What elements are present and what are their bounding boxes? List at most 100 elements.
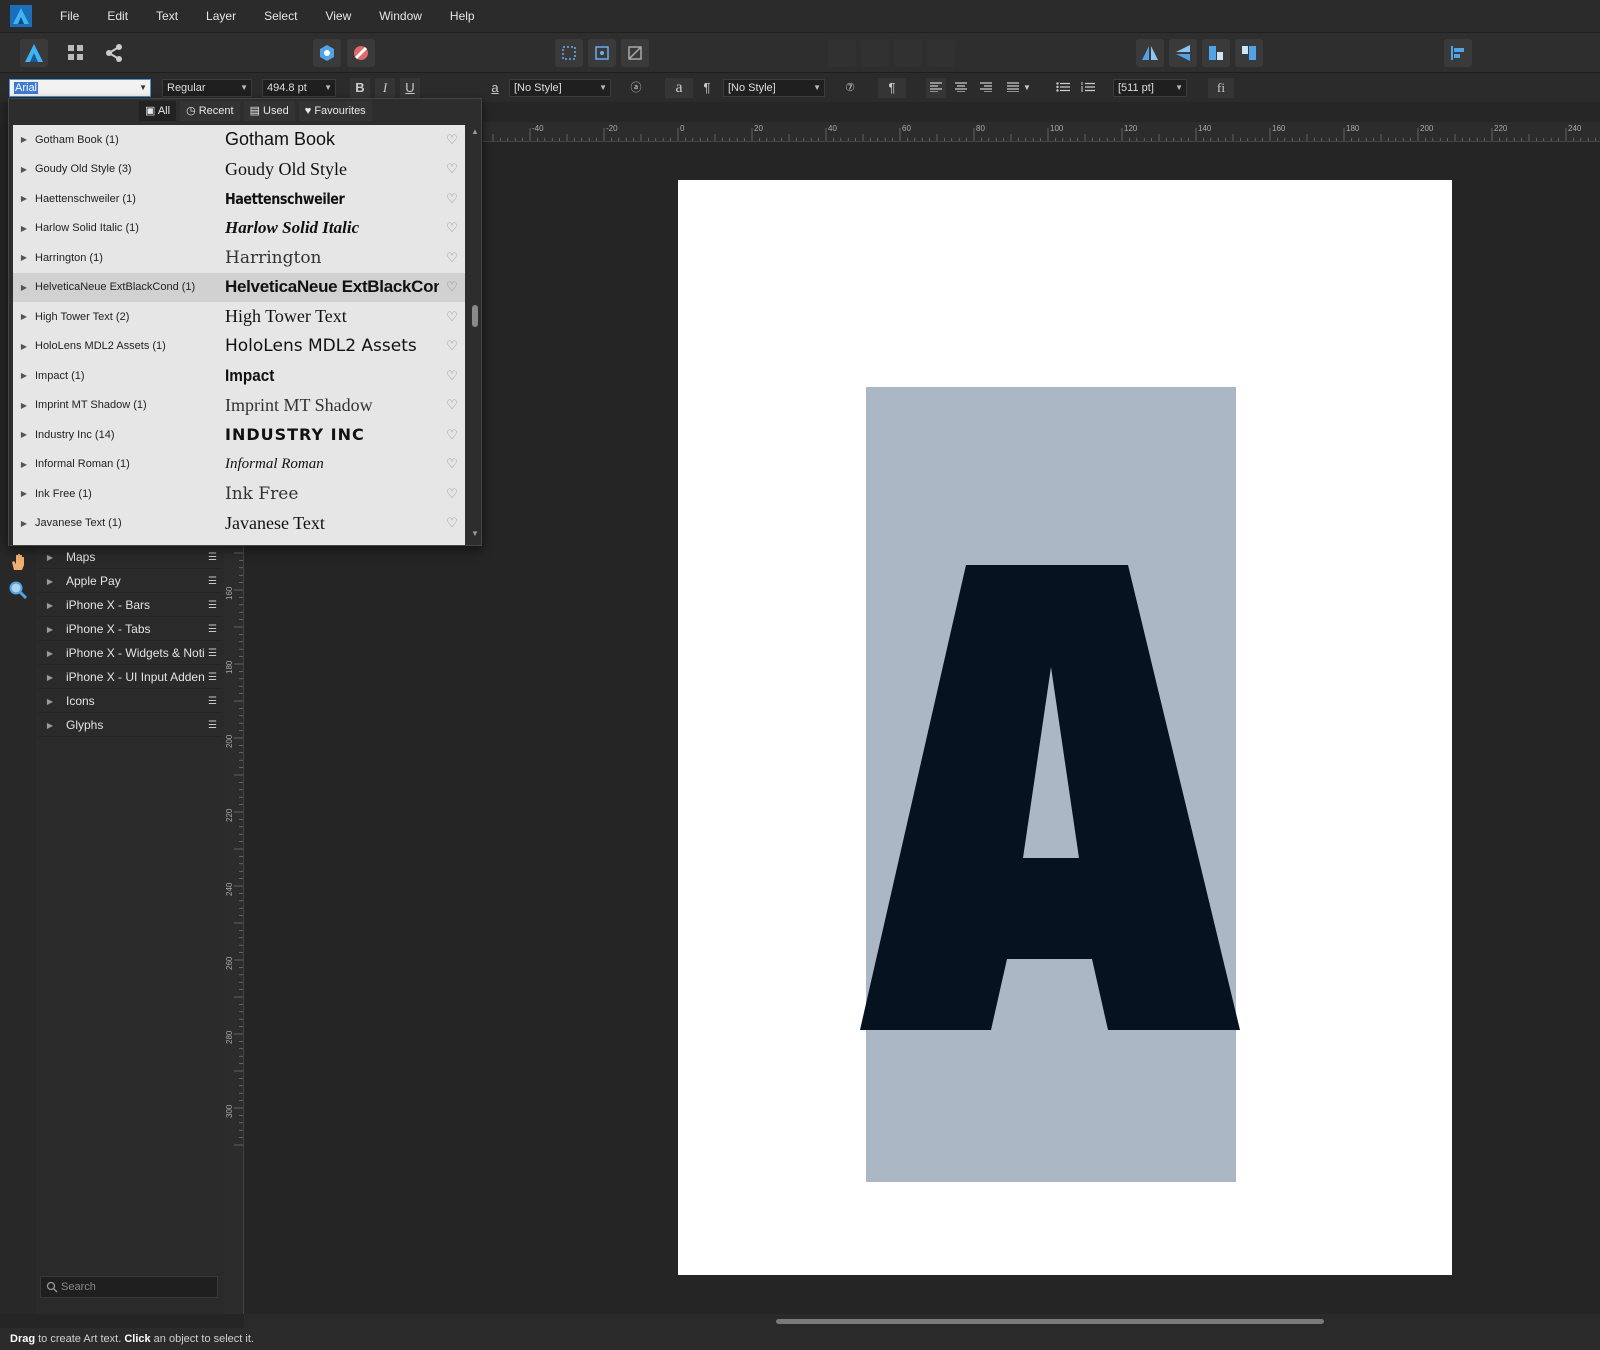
chevron-right-icon[interactable]: ▶ bbox=[13, 342, 35, 351]
menu-icon[interactable]: ☰ bbox=[208, 720, 222, 731]
font-list-item[interactable]: ▶ Impact (1) Impact ♡ bbox=[13, 361, 465, 391]
horizontal-scrollbar[interactable] bbox=[776, 1319, 1324, 1324]
menu-window[interactable]: Window bbox=[365, 0, 436, 32]
favourite-heart-icon[interactable]: ♡ bbox=[439, 220, 465, 236]
favourite-heart-icon[interactable]: ♡ bbox=[439, 515, 465, 531]
favourite-heart-icon[interactable]: ♡ bbox=[439, 397, 465, 413]
menu-icon[interactable]: ☰ bbox=[208, 672, 222, 683]
character-style-options-icon[interactable]: ⓐ bbox=[626, 78, 646, 98]
menu-select[interactable]: Select bbox=[250, 0, 311, 32]
underline-button[interactable]: U bbox=[400, 78, 420, 98]
filter-recent-tab[interactable]: ◷ Recent bbox=[180, 101, 240, 121]
filter-all-tab[interactable]: ▣ All bbox=[139, 101, 177, 121]
alignment-icon[interactable] bbox=[1444, 39, 1472, 67]
favourite-heart-icon[interactable]: ♡ bbox=[439, 191, 465, 207]
menu-icon[interactable]: ☰ bbox=[208, 600, 222, 611]
numbered-list-icon[interactable] bbox=[1078, 78, 1098, 98]
font-list-item[interactable]: ▶ Gotham Book (1) Gotham Book ♡ bbox=[13, 125, 465, 155]
font-list-item[interactable]: ▶ Harrington (1) Harrington ♡ bbox=[13, 243, 465, 273]
font-list[interactable]: ▶ Gotham Book (1) Gotham Book ♡ ▶ Goudy … bbox=[13, 125, 465, 545]
affinity-designer-logo-icon[interactable] bbox=[10, 5, 32, 27]
align-right-icon[interactable] bbox=[976, 78, 996, 98]
menu-icon[interactable]: ☰ bbox=[208, 648, 222, 659]
arrange-front-icon[interactable] bbox=[927, 39, 955, 67]
chevron-right-icon[interactable]: ▶ bbox=[13, 401, 35, 410]
font-list-item[interactable]: ▶ Javanese Text (1) Javanese Text ♡ bbox=[13, 509, 465, 539]
font-family-input[interactable]: Arial ▼ bbox=[9, 79, 151, 97]
asset-category[interactable]: ▶ Apple Pay ☰ bbox=[38, 570, 222, 593]
favourite-heart-icon[interactable]: ♡ bbox=[439, 427, 465, 443]
pixel-persona-icon[interactable] bbox=[62, 39, 90, 67]
font-list-item[interactable]: ▶ Imprint MT Shadow (1) Imprint MT Shado… bbox=[13, 391, 465, 421]
font-list-item[interactable]: ▶ Harlow Solid Italic (1) Harlow Solid I… bbox=[13, 214, 465, 244]
designer-persona-icon[interactable] bbox=[20, 39, 48, 67]
scrollbar-thumb[interactable] bbox=[472, 305, 478, 327]
menu-layer[interactable]: Layer bbox=[192, 0, 250, 32]
chevron-right-icon[interactable]: ▶ bbox=[13, 165, 35, 174]
chevron-right-icon[interactable]: ▶ bbox=[13, 489, 35, 498]
favourite-heart-icon[interactable]: ♡ bbox=[439, 309, 465, 325]
paragraph-panel-button[interactable]: ¶ bbox=[878, 78, 906, 98]
export-persona-icon[interactable] bbox=[100, 39, 128, 67]
rotate-left-icon[interactable] bbox=[1202, 39, 1230, 67]
favourite-heart-icon[interactable]: ♡ bbox=[439, 486, 465, 502]
font-list-item[interactable]: ▶ Industry Inc (14) INDUSTRY INC ♡ bbox=[13, 420, 465, 450]
chevron-right-icon[interactable]: ▶ bbox=[13, 135, 35, 144]
snapping-icon[interactable] bbox=[347, 39, 375, 67]
font-list-item[interactable]: ▶ High Tower Text (2) High Tower Text ♡ bbox=[13, 302, 465, 332]
menu-view[interactable]: View bbox=[311, 0, 365, 32]
asset-category[interactable]: ▶ Maps ☰ bbox=[38, 546, 222, 569]
menu-file[interactable]: File bbox=[46, 0, 93, 32]
asset-category[interactable]: ▶ iPhone X - Bars ☰ bbox=[38, 594, 222, 617]
vertical-ruler[interactable]: 120140160180200220240260280300 bbox=[224, 544, 244, 1314]
font-list-item[interactable]: ▶ Goudy Old Style (3) Goudy Old Style ♡ bbox=[13, 155, 465, 185]
bullet-list-icon[interactable] bbox=[1053, 78, 1073, 98]
chevron-right-icon[interactable]: ▶ bbox=[13, 371, 35, 380]
chevron-down-icon[interactable]: ▼ bbox=[139, 80, 147, 96]
asset-category[interactable]: ▶ Icons ☰ bbox=[38, 690, 222, 713]
filter-favourites-tab[interactable]: ♥ Favourites bbox=[298, 101, 372, 121]
bold-button[interactable]: B bbox=[350, 78, 370, 98]
chevron-down-icon[interactable]: ▼ bbox=[1021, 78, 1033, 98]
chevron-right-icon[interactable]: ▶ bbox=[38, 553, 62, 562]
chevron-right-icon[interactable]: ▶ bbox=[38, 625, 62, 634]
chevron-right-icon[interactable]: ▶ bbox=[13, 283, 35, 292]
menu-help[interactable]: Help bbox=[436, 0, 489, 32]
menu-icon[interactable]: ☰ bbox=[208, 624, 222, 635]
chevron-right-icon[interactable]: ▶ bbox=[13, 460, 35, 469]
chevron-right-icon[interactable]: ▶ bbox=[13, 519, 35, 528]
font-list-item[interactable]: ▶ Ink Free (1) Ink Free ♡ bbox=[13, 479, 465, 509]
chevron-right-icon[interactable]: ▶ bbox=[13, 312, 35, 321]
favourite-heart-icon[interactable]: ♡ bbox=[439, 368, 465, 384]
chevron-right-icon[interactable]: ▶ bbox=[38, 601, 62, 610]
align-left-icon[interactable] bbox=[926, 78, 946, 98]
chevron-right-icon[interactable]: ▶ bbox=[38, 673, 62, 682]
font-style-select[interactable]: Regular ▼ bbox=[162, 79, 252, 97]
transform-objects-icon[interactable] bbox=[621, 39, 649, 67]
favourite-heart-icon[interactable]: ♡ bbox=[439, 161, 465, 177]
asset-category[interactable]: ▶ iPhone X - UI Input Adden ☰ bbox=[38, 666, 222, 689]
ligatures-button[interactable]: fi bbox=[1208, 78, 1234, 98]
transform-selection-icon[interactable] bbox=[555, 39, 583, 67]
character-style-select[interactable]: [No Style] ▼ bbox=[509, 79, 611, 97]
rotate-right-icon[interactable] bbox=[1235, 39, 1263, 67]
font-list-item[interactable]: ▶ HoloLens MDL2 Assets (1) HoloLens MDL2… bbox=[13, 332, 465, 362]
font-size-input[interactable]: 494.8 pt ▼ bbox=[262, 79, 336, 97]
menu-text[interactable]: Text bbox=[142, 0, 192, 32]
assets-search-input[interactable]: Search bbox=[40, 1276, 218, 1298]
paragraph-style-options-icon[interactable]: ⑦ bbox=[840, 78, 860, 98]
menu-icon[interactable]: ☰ bbox=[208, 696, 222, 707]
chevron-right-icon[interactable]: ▶ bbox=[13, 253, 35, 262]
assistant-icon[interactable] bbox=[313, 39, 341, 67]
art-text-glyph[interactable]: A bbox=[860, 565, 1240, 1030]
paragraph-style-select[interactable]: [No Style] ▼ bbox=[723, 79, 825, 97]
transform-origin-icon[interactable] bbox=[588, 39, 616, 67]
character-panel-button[interactable]: a bbox=[665, 78, 693, 98]
arrange-forward-icon[interactable] bbox=[894, 39, 922, 67]
chevron-right-icon[interactable]: ▶ bbox=[38, 721, 62, 730]
asset-category[interactable]: ▶ iPhone X - Widgets & Noti ☰ bbox=[38, 642, 222, 665]
chevron-right-icon[interactable]: ▶ bbox=[38, 697, 62, 706]
chevron-right-icon[interactable]: ▶ bbox=[13, 430, 35, 439]
italic-button[interactable]: I bbox=[375, 78, 395, 98]
favourite-heart-icon[interactable]: ♡ bbox=[439, 456, 465, 472]
